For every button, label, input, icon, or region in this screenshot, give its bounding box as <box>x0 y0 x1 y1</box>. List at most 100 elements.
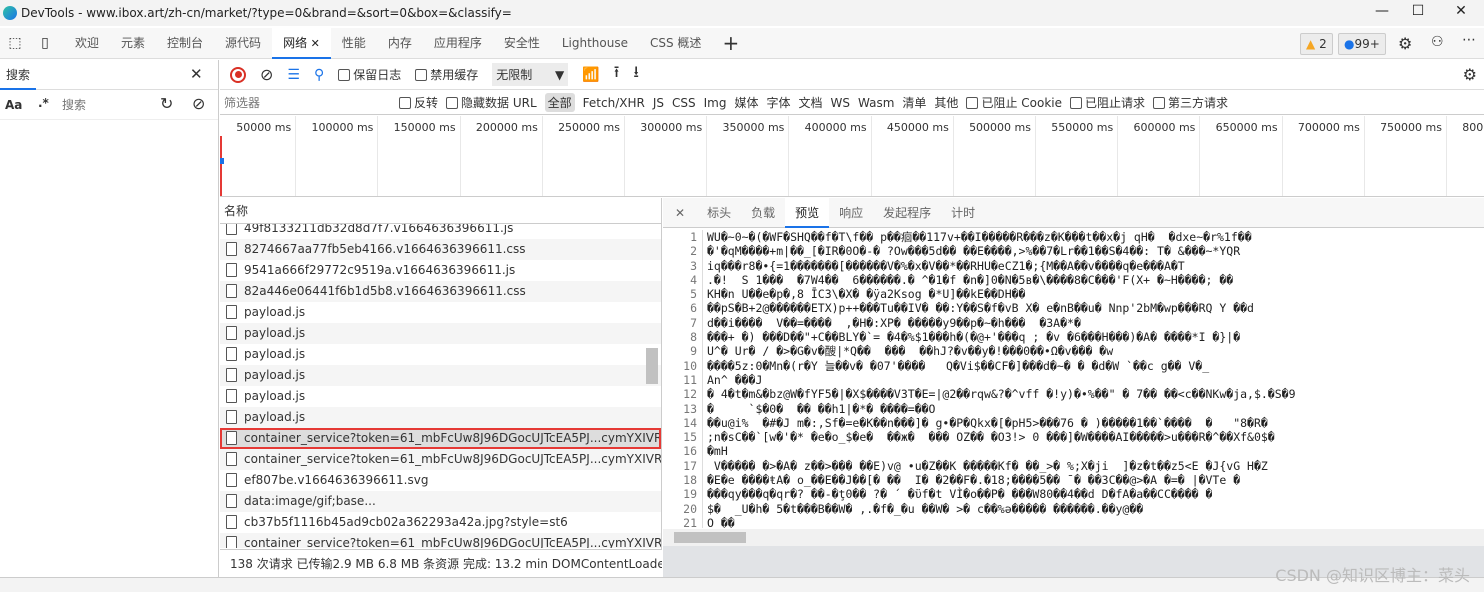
tab-4[interactable]: 网络 ✕ <box>272 27 331 59</box>
detail-tab-4[interactable]: 发起程序 <box>873 198 941 228</box>
file-icon <box>226 263 237 277</box>
filter-icon[interactable]: ☰ <box>287 67 300 83</box>
filter-type-6[interactable]: 字体 <box>766 93 790 112</box>
tab-6[interactable]: 内存 <box>377 28 423 59</box>
filter-input[interactable] <box>220 92 385 113</box>
request-row[interactable]: container_service?token=61_mbFcUw8J96DGo… <box>220 449 661 470</box>
search-icon[interactable]: ⚲ <box>314 67 324 83</box>
import-har-icon[interactable]: ⭱ <box>614 61 620 88</box>
request-row[interactable]: data:image/gif;base... <box>220 491 661 512</box>
tab-10[interactable]: CSS 概述 <box>639 28 712 59</box>
detail-tab-1[interactable]: 负载 <box>741 198 785 228</box>
preview-line: 3 iq���r8�•{=1�������[������V�%�x�V��*��R… <box>663 258 1471 273</box>
network-settings-icon[interactable]: ⚙ <box>1463 65 1477 84</box>
name-column-header[interactable]: 名称 <box>220 198 661 224</box>
tab-8[interactable]: 安全性 <box>493 28 551 59</box>
add-tab-icon[interactable]: + <box>722 31 739 55</box>
detail-tab-2[interactable]: 预览 <box>785 197 830 228</box>
line-number: 3 <box>663 258 703 273</box>
minimize-button[interactable]: — <box>1372 3 1392 19</box>
window-title: DevTools - www.ibox.art/zh-cn/market/?ty… <box>21 6 512 20</box>
filter-type-8[interactable]: WS <box>831 93 850 112</box>
close-search-icon[interactable]: ✕ <box>190 65 203 83</box>
filter-type-1[interactable]: Fetch/XHR <box>583 93 645 112</box>
blocked-cookie-checkbox[interactable]: 已阻止 Cookie <box>966 94 1062 111</box>
request-row[interactable]: payload.js <box>220 386 661 407</box>
line-text: ���qy���q�qr�? ��-�ţ0�� ?� ´ �ϋf�t VÌ�o�… <box>707 487 1213 502</box>
tab-3[interactable]: 源代码 <box>214 28 272 59</box>
preview-line: 2 �'�qM����+m|��_[�IR�0O�-� ?Ow���5d�� ��… <box>663 244 1471 259</box>
request-row[interactable]: payload.js <box>220 302 661 323</box>
filter-type-3[interactable]: CSS <box>672 93 696 112</box>
request-row[interactable]: container_service?token=61_mbFcUw8J96DGo… <box>220 428 661 449</box>
close-window-button[interactable]: ✕ <box>1451 3 1471 19</box>
settings-gear-icon[interactable]: ⚙ <box>1398 34 1412 53</box>
detail-tab-3[interactable]: 响应 <box>829 198 873 228</box>
network-timeline-overview[interactable]: 50000 ms 100000 ms 150000 ms 200000 ms 25000… <box>220 116 1484 197</box>
request-row[interactable]: container_service?token=61_mbFcUw8J96DGo… <box>220 533 661 548</box>
filter-type-10[interactable]: 清单 <box>902 93 926 112</box>
request-row[interactable]: payload.js <box>220 365 661 386</box>
preserve-log-label: 保留日志 <box>353 68 402 82</box>
request-name: 9541a666f29772c9519a.v1664636396611.js <box>244 263 516 277</box>
network-conditions-icon[interactable]: 📶 <box>582 67 599 83</box>
throttle-select[interactable]: 无限制 ▼ <box>492 63 569 86</box>
filter-type-7[interactable]: 文档 <box>799 93 823 112</box>
hide-data-url-checkbox[interactable]: 隐藏数据 URL <box>446 94 537 111</box>
request-row[interactable]: 49f8133211db32d8d7f7.v1664636396611.js <box>220 224 661 239</box>
disable-cache-checkbox[interactable]: 禁用缓存 <box>415 66 478 83</box>
preview-line: 17 V����� �>�A� z��>��� ��E)v@ •u�Z��K �… <box>663 458 1471 474</box>
regex-button[interactable]: .* <box>38 96 49 110</box>
preserve-log-checkbox[interactable]: 保留日志 <box>338 66 401 83</box>
close-tab-icon[interactable]: ✕ <box>307 37 320 50</box>
preview-line: 18 �E�e ����ŧA� o_��E��J��[� �� I� �2��F�… <box>663 473 1471 488</box>
feedback-icon[interactable]: ⚇ <box>1431 34 1444 50</box>
tab-7[interactable]: 应用程序 <box>423 28 493 59</box>
tab-9[interactable]: Lighthouse <box>551 28 639 59</box>
preview-horizontal-scrollbar[interactable] <box>663 529 1484 546</box>
clear-log-icon[interactable]: ⊘ <box>260 65 273 84</box>
clear-search-icon[interactable]: ⊘ <box>192 94 205 113</box>
request-row[interactable]: payload.js <box>220 407 661 428</box>
line-text: �mH <box>707 444 728 459</box>
request-row[interactable]: 8274667aa77fb5eb4166.v1664636396611.css <box>220 239 661 260</box>
refresh-icon[interactable]: ↻ <box>160 94 173 113</box>
maximize-button[interactable]: ☐ <box>1408 3 1428 19</box>
more-options-icon[interactable]: ⋯ <box>1462 32 1476 48</box>
third-party-checkbox[interactable]: 第三方请求 <box>1153 94 1228 111</box>
close-detail-icon[interactable]: ✕ <box>663 198 697 228</box>
invert-checkbox[interactable]: 反转 <box>399 94 438 111</box>
line-text: �'�qM����+m|��_[�IR�0O�-� ?Ow���5d�� ��E… <box>707 244 1241 259</box>
record-icon[interactable] <box>230 66 246 83</box>
device-toolbar-icon[interactable]: ▯ <box>34 35 56 51</box>
tab-1[interactable]: 元素 <box>110 28 156 59</box>
request-row[interactable]: cb37b5f1116b45ad9cb02a362293a42a.jpg?sty… <box>220 512 661 533</box>
tab-2[interactable]: 控制台 <box>156 28 214 59</box>
messages-badge[interactable]: ●99+ <box>1338 33 1386 55</box>
export-har-icon[interactable]: ⭳ <box>633 61 639 88</box>
detail-tab-0[interactable]: 标头 <box>697 198 741 228</box>
request-list-scrollbar[interactable] <box>646 348 658 384</box>
request-row[interactable]: payload.js <box>220 323 661 344</box>
match-case-button[interactable]: Aa <box>5 98 22 112</box>
tab-5[interactable]: 性能 <box>331 28 377 59</box>
search-pane-tab[interactable]: 搜索 <box>0 60 37 90</box>
request-row[interactable]: ef807be.v1664636396611.svg <box>220 470 661 491</box>
filter-type-11[interactable]: 其他 <box>934 93 958 112</box>
line-number: 15 <box>663 430 703 445</box>
filter-type-5[interactable]: 媒体 <box>734 93 758 112</box>
inspect-element-icon[interactable]: ⬚ <box>4 35 26 51</box>
filter-type-2[interactable]: JS <box>653 93 664 112</box>
search-input[interactable] <box>59 95 149 115</box>
filter-type-4[interactable]: Img <box>704 93 727 112</box>
tab-0[interactable]: 欢迎 <box>64 28 110 59</box>
file-icon <box>226 368 237 382</box>
detail-tab-5[interactable]: 计时 <box>941 198 985 228</box>
filter-type-0[interactable]: 全部 <box>544 93 575 112</box>
blocked-requests-checkbox[interactable]: 已阻止请求 <box>1069 94 1145 111</box>
request-row[interactable]: 82a446e06441f6b1d5b8.v1664636396611.css <box>220 281 661 302</box>
request-row[interactable]: 9541a666f29772c9519a.v1664636396611.js <box>220 260 661 281</box>
filter-type-9[interactable]: Wasm <box>858 93 894 112</box>
warnings-badge[interactable]: ▲ 2 <box>1300 33 1333 55</box>
request-row[interactable]: payload.js <box>220 344 661 365</box>
